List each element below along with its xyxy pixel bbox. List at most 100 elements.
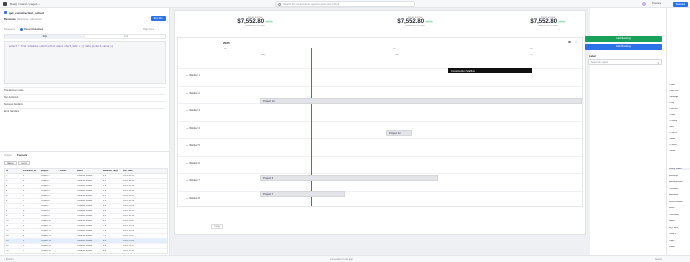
- table-cell: 2023-11-07: [123, 235, 135, 237]
- status-center: Last edited 2 min ago: [330, 257, 353, 261]
- right-panel-item[interactable]: • New ext: [669, 90, 690, 92]
- column-header[interactable]: id: [6, 170, 22, 172]
- avatar[interactable]: [642, 2, 646, 6]
- right-panel-list-item[interactable]: Booking dates: [669, 181, 690, 183]
- query-tab-advanced[interactable]: Advanced: [30, 18, 42, 21]
- table-cell: Project 14: [41, 240, 51, 242]
- query-tab-resource[interactable]: Resource: [4, 18, 16, 21]
- gantt-bar-project-10[interactable]: Project 10: [260, 98, 582, 104]
- table-cell: Contract review: [77, 245, 93, 247]
- section-error-handlers[interactable]: Error handlers: [4, 108, 166, 113]
- right-panel-list-item[interactable]: Staff schedule: [669, 201, 690, 203]
- chip-table[interactable]: TABLE: [4, 161, 17, 165]
- top-bar: Budg / Gantt / page1 ~ Search for compon…: [0, 0, 690, 8]
- right-panel-item[interactable]: • Manage: [669, 96, 690, 98]
- right-panel-list-item[interactable]: SQL filter: [669, 227, 690, 229]
- gantt-row-label: — Worker 2: [186, 91, 200, 95]
- right-panel-item[interactable]: • Data: [669, 114, 690, 116]
- sql-code-editor[interactable]: select * from schedule.construction wher…: [4, 41, 166, 84]
- stat-badge: +12%: [557, 21, 566, 24]
- gantt-bar-project-12[interactable]: Project 12: [386, 130, 412, 136]
- table-cell: 2: [6, 180, 8, 182]
- table-cell: 4: [6, 190, 8, 192]
- gantt-bar-construction[interactable]: Construction Staffing: [448, 68, 532, 73]
- right-panel-item[interactable]: • More: [669, 150, 690, 152]
- right-panel-item[interactable]: • CRON: [669, 132, 690, 134]
- table-cell: Contract review: [77, 235, 93, 237]
- status-left[interactable]: + Bottom: [4, 258, 14, 261]
- resource-select[interactable]: Retool Database: [24, 28, 43, 31]
- chip-json[interactable]: JSON: [18, 161, 30, 165]
- query-tab-response[interactable]: Response: [17, 18, 29, 21]
- release-button[interactable]: Release: [673, 1, 688, 7]
- table-cell: 4.0: [103, 180, 107, 182]
- edit-booking-button[interactable]: Edit Booking: [585, 44, 662, 50]
- gantt-close-icon[interactable]: ×: [575, 40, 577, 44]
- breadcrumb[interactable]: Budg / Gantt / page1 ~: [10, 2, 40, 6]
- right-panel-item[interactable]: • Library: [669, 120, 690, 122]
- table-cell: 11: [6, 225, 9, 227]
- gantt-row-label: — Worker 1: [186, 74, 200, 77]
- right-panel-list-item[interactable]: Query Tables: [669, 168, 690, 170]
- section-transformer[interactable]: Transformer mode: [4, 87, 166, 92]
- table-cell: 6: [23, 235, 25, 237]
- table-cell: 10: [6, 220, 9, 222]
- right-panel-item[interactable]: • Log: [669, 102, 690, 104]
- right-panel-item[interactable]: • Start: [669, 84, 690, 86]
- gantt-bar-project-7[interactable]: Project 7: [260, 191, 345, 197]
- table-cell: 2023-11-01: [123, 220, 135, 222]
- gantt-week-1: W1: [224, 48, 228, 50]
- table-cell: 4.0: [103, 175, 107, 177]
- gantt-menu-icon[interactable]: [568, 41, 571, 43]
- preview-button[interactable]: Preview: [652, 2, 661, 5]
- gantt-row: [178, 173, 584, 174]
- right-panel-list-item[interactable]: Timesheet: [669, 214, 690, 216]
- help-docs-link[interactable]: Help Docs: [143, 28, 154, 31]
- run-query-button[interactable]: Run ⌘↵: [151, 16, 166, 21]
- query-name[interactable]: get_construction_sched: [9, 11, 44, 15]
- gantt-bar-project-6[interactable]: Project 6: [260, 175, 438, 181]
- right-panel-list-item[interactable]: Fields: [669, 246, 690, 248]
- results-tab-output[interactable]: Output: [4, 154, 12, 157]
- right-panel-list-item[interactable]: Notes: [669, 220, 690, 222]
- right-panel-list-item[interactable]: Customer: [669, 188, 690, 190]
- right-panel-item[interactable]: • Audit: [669, 138, 690, 140]
- table-cell: Project 6: [41, 200, 50, 202]
- right-panel: • Start • New ext • Manage • Log • Secrets • …: [666, 8, 690, 255]
- right-panel-item[interactable]: • API: [669, 126, 690, 128]
- results-tab-console[interactable]: Console: [17, 154, 27, 157]
- column-header[interactable]: due_date: [123, 170, 167, 172]
- right-panel-list-item[interactable]: Temp 4: [669, 233, 690, 235]
- gui-mode-tab[interactable]: GUI: [86, 35, 166, 39]
- section-success-handlers[interactable]: Success handlers: [4, 101, 166, 106]
- right-panel-item[interactable]: • Perms: [669, 144, 690, 146]
- table-cell: 2023-10-14: [123, 180, 135, 182]
- right-panel-list-item[interactable]: Bookable: [669, 194, 690, 196]
- column-header[interactable]: deadline_days: [103, 170, 122, 172]
- column-header[interactable]: notes: [77, 170, 102, 172]
- column-header[interactable]: customer_id: [23, 170, 40, 172]
- add-booking-button-main[interactable]: Add Booking: [585, 36, 662, 42]
- select-label: Label: [589, 55, 596, 58]
- table-cell: Project 5: [41, 195, 50, 197]
- option-select[interactable]: Select an option ▾: [588, 59, 662, 65]
- table-cell: 5.0: [103, 195, 107, 197]
- right-panel-item[interactable]: • Secrets: [669, 108, 690, 110]
- search-input[interactable]: Search for components, queries and more …: [275, 1, 415, 7]
- table-cell: 8: [23, 215, 25, 217]
- section-run-behavior[interactable]: Run behavior: [4, 94, 166, 99]
- table-row[interactable]: 16 7 Project 16 Contract review 8.0 2023-11-1…: [5, 249, 167, 253]
- right-panel-list-item[interactable]: Bookings: [669, 175, 690, 177]
- table-cell: 16: [6, 250, 9, 252]
- table-cell: 6: [6, 200, 8, 202]
- right-panel-list-item[interactable]: Roles: [669, 207, 690, 209]
- sql-mode-tab[interactable]: SQL: [5, 35, 85, 39]
- status-bar: + Bottom Last edited 2 min ago Ready: [0, 255, 690, 262]
- gantt-month-1: Aug: [261, 54, 265, 56]
- status-right: Ready: [655, 257, 662, 261]
- column-header[interactable]: status: [60, 170, 76, 172]
- table-cell: 4: [23, 185, 25, 187]
- gantt-chart: 2025 × W1 W2 W3 Aug Sep Oct — Worker 1— …: [177, 37, 584, 207]
- column-header[interactable]: project: [41, 170, 59, 172]
- right-panel-list-item[interactable]: Login: [669, 240, 690, 242]
